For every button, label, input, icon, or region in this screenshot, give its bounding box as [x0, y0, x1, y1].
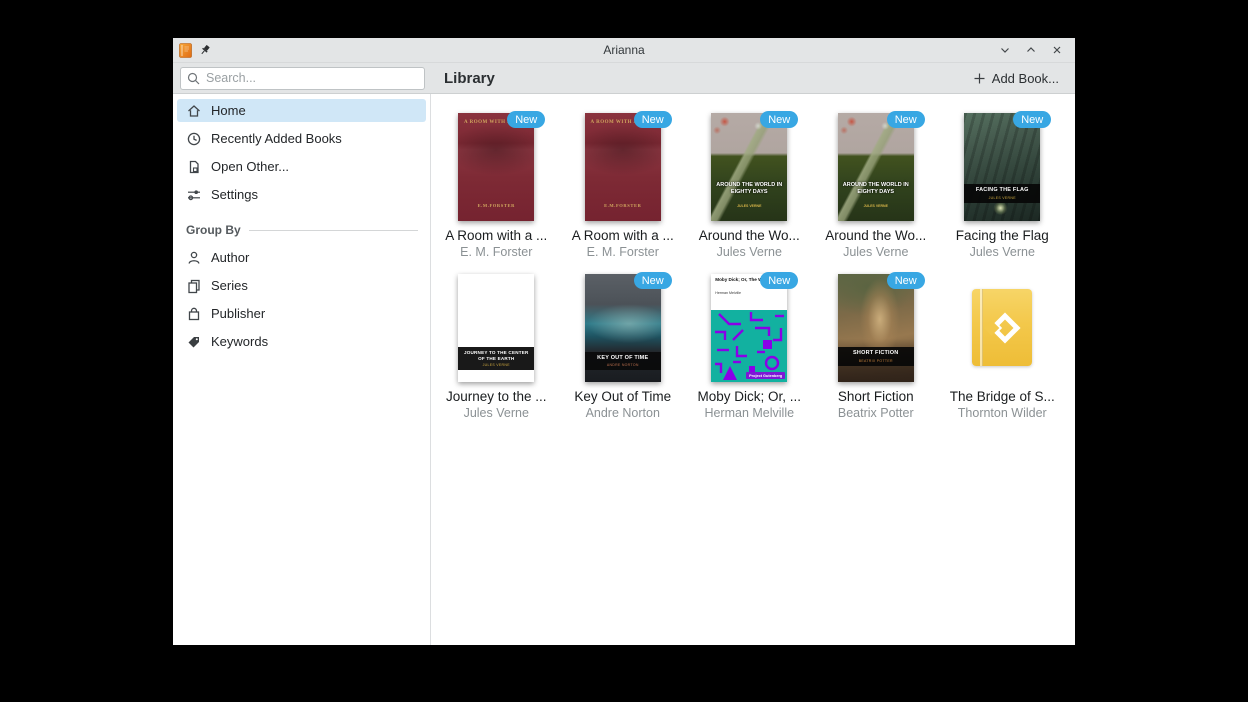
- book-author: Herman Melville: [704, 406, 794, 420]
- group-by-header: Group By: [186, 223, 418, 237]
- epub-book-icon: [972, 289, 1032, 366]
- sidebar-item-label: Author: [211, 250, 249, 265]
- book-cover: SHORT FICTION BEATRIX POTTER: [838, 274, 914, 382]
- minimize-button[interactable]: [997, 42, 1013, 58]
- book-cover: AROUND THE WORLD IN EIGHTY DAYS JULES VE…: [838, 113, 914, 221]
- book-card[interactable]: AROUND THE WORLD IN EIGHTY DAYS JULES VE…: [690, 113, 808, 259]
- sidebar-item-publisher[interactable]: Publisher: [177, 302, 426, 325]
- sidebar-item-keywords[interactable]: Keywords: [177, 330, 426, 353]
- settings-sliders-icon: [186, 187, 202, 203]
- sidebar-item-open-other[interactable]: Open Other...: [177, 155, 426, 178]
- book-card[interactable]: Moby Dick; Or, The Whale Herman Melville: [690, 274, 808, 420]
- book-cover: JOURNEY TO THE CENTER OF THE EARTH JULES…: [458, 274, 534, 382]
- sidebar-item-label: Series: [211, 278, 248, 293]
- plus-icon: [973, 72, 986, 85]
- sidebar-item-author[interactable]: Author: [177, 246, 426, 269]
- book-title: Around the Wo...: [825, 228, 926, 243]
- book-cover: AROUND THE WORLD IN EIGHTY DAYS JULES VE…: [711, 113, 787, 221]
- book-title: Short Fiction: [838, 389, 914, 404]
- document-icon: [186, 159, 202, 175]
- desktop-background: Arianna: [0, 0, 1248, 702]
- book-title: Around the Wo...: [699, 228, 800, 243]
- book-card[interactable]: The Bridge of S... Thornton Wilder: [943, 274, 1061, 420]
- book-card[interactable]: AROUND THE WORLD IN EIGHTY DAYS JULES VE…: [817, 113, 935, 259]
- epub-logo-icon: [990, 312, 1021, 343]
- bag-icon: [186, 306, 202, 322]
- book-title: The Bridge of S...: [950, 389, 1055, 404]
- person-icon: [186, 250, 202, 266]
- publisher-chip: Project Gutenberg: [746, 372, 785, 379]
- book-title: Journey to the ...: [446, 389, 547, 404]
- new-badge: New: [760, 111, 798, 128]
- book-author: Jules Verne: [717, 245, 782, 259]
- sidebar: Home Recently Added Books: [173, 94, 431, 645]
- book-author: Jules Verne: [970, 245, 1035, 259]
- book-title: A Room with a ...: [445, 228, 547, 243]
- new-badge: New: [887, 111, 925, 128]
- book-author: Beatrix Potter: [838, 406, 914, 420]
- pin-icon[interactable]: [199, 44, 211, 56]
- new-badge: New: [1013, 111, 1051, 128]
- library-content: A ROOM WITH A VIEW E.M.FORSTER New A Roo…: [431, 94, 1075, 645]
- book-card[interactable]: A ROOM WITH A VIEW E.M.FORSTER New A Roo…: [437, 113, 555, 259]
- book-card[interactable]: KEY OUT OF TIME ANDRE NORTON New Key Out…: [564, 274, 682, 420]
- home-icon: [186, 103, 202, 119]
- new-badge: New: [760, 272, 798, 289]
- sidebar-item-settings[interactable]: Settings: [177, 183, 426, 206]
- new-badge: New: [634, 272, 672, 289]
- book-grid: A ROOM WITH A VIEW E.M.FORSTER New A Roo…: [433, 113, 1066, 420]
- search-icon: [187, 72, 200, 85]
- sidebar-item-label: Recently Added Books: [211, 131, 342, 146]
- book-cover: FACING THE FLAG JULES VERNE: [964, 113, 1040, 221]
- book-cover: Moby Dick; Or, The Whale Herman Melville: [711, 274, 787, 382]
- search-box[interactable]: [180, 67, 425, 90]
- new-badge: New: [634, 111, 672, 128]
- book-title: Moby Dick; Or, ...: [697, 389, 801, 404]
- book-author: Thornton Wilder: [958, 406, 1047, 420]
- tag-icon: [186, 334, 202, 350]
- sidebar-item-label: Home: [211, 103, 246, 118]
- book-cover: A ROOM WITH A VIEW E.M.FORSTER: [458, 113, 534, 221]
- sidebar-item-series[interactable]: Series: [177, 274, 426, 297]
- arianna-app-icon: [179, 43, 192, 58]
- window-title: Arianna: [173, 43, 1075, 57]
- add-book-button[interactable]: Add Book...: [969, 68, 1063, 89]
- new-badge: New: [507, 111, 545, 128]
- sidebar-item-label: Keywords: [211, 334, 268, 349]
- book-cover: A ROOM WITH A VIEW E.M.FORSTER: [585, 113, 661, 221]
- header-toolbar: Library Add Book...: [173, 63, 1075, 94]
- page-title: Library: [444, 70, 495, 87]
- book-cover: KEY OUT OF TIME ANDRE NORTON: [585, 274, 661, 382]
- sidebar-item-home[interactable]: Home: [177, 99, 426, 122]
- book-title: Key Out of Time: [574, 389, 671, 404]
- search-input[interactable]: [206, 71, 418, 85]
- book-cover-placeholder: [964, 274, 1040, 382]
- book-card[interactable]: SHORT FICTION BEATRIX POTTER New Short F…: [817, 274, 935, 420]
- sidebar-item-label: Settings: [211, 187, 258, 202]
- clock-icon: [186, 131, 202, 147]
- book-author: Jules Verne: [843, 245, 908, 259]
- maximize-button[interactable]: [1023, 42, 1039, 58]
- sidebar-item-recently-added[interactable]: Recently Added Books: [177, 127, 426, 150]
- close-button[interactable]: [1049, 42, 1065, 58]
- book-card[interactable]: FACING THE FLAG JULES VERNE New Facing t…: [943, 113, 1061, 259]
- group-by-label: Group By: [186, 223, 241, 237]
- book-title: A Room with a ...: [572, 228, 674, 243]
- book-author: E. M. Forster: [587, 245, 659, 259]
- divider: [249, 230, 418, 231]
- book-card[interactable]: JOURNEY TO THE CENTER OF THE EARTH JULES…: [437, 274, 555, 420]
- book-card[interactable]: A ROOM WITH A VIEW E.M.FORSTER New A Roo…: [564, 113, 682, 259]
- arianna-window: Arianna: [173, 38, 1075, 645]
- book-author: E. M. Forster: [460, 245, 532, 259]
- sidebar-item-label: Open Other...: [211, 159, 289, 174]
- titlebar[interactable]: Arianna: [173, 38, 1075, 63]
- sidebar-item-label: Publisher: [211, 306, 265, 321]
- book-author: Andre Norton: [586, 406, 660, 420]
- book-title: Facing the Flag: [956, 228, 1049, 243]
- book-author: Jules Verne: [464, 406, 529, 420]
- new-badge: New: [887, 272, 925, 289]
- copies-icon: [186, 278, 202, 294]
